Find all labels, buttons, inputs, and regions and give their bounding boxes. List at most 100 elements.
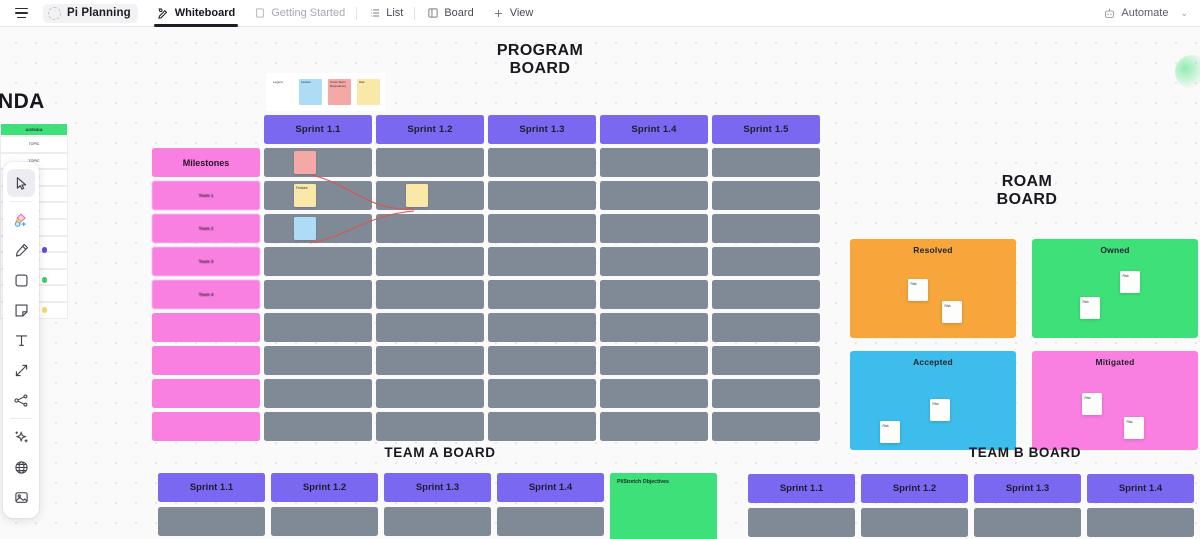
program-board-cell[interactable] [488,214,596,243]
program-board-cell[interactable] [264,313,372,342]
tab-whiteboard[interactable]: Whiteboard [148,0,245,27]
program-board-cell[interactable] [376,148,484,177]
program-board-cell[interactable] [376,181,484,210]
program-board-cell[interactable] [264,247,372,276]
team-board-cell[interactable] [497,507,604,536]
program-board-cell[interactable] [712,280,820,309]
team-sprint-header[interactable]: Sprint 1.1 [748,474,855,503]
select-tool[interactable] [7,169,35,197]
program-board-cell[interactable] [376,412,484,441]
program-board-cell[interactable] [712,379,820,408]
legend-note[interactable]: Feature [299,79,322,105]
program-board-row-label[interactable]: Team 1 [152,181,260,210]
program-board-cell[interactable] [600,346,708,375]
program-board-cell[interactable] [488,346,596,375]
image-tool[interactable] [7,483,35,511]
tab-list[interactable]: List [359,0,412,27]
roam-card[interactable]: Risk [908,279,928,301]
sticky-note[interactable] [294,217,316,240]
program-board-cell[interactable] [376,379,484,408]
program-board-cell[interactable] [264,148,372,177]
program-board-cell[interactable] [600,313,708,342]
program-board-cell[interactable] [600,214,708,243]
roam-quadrant[interactable]: Mitigated Risk Risk [1032,351,1198,450]
program-board-cell[interactable] [600,148,708,177]
program-board-cell[interactable] [376,346,484,375]
chevron-down-icon[interactable]: ⌄ [1178,8,1190,19]
program-board-cell[interactable] [712,412,820,441]
program-board-cell[interactable] [488,148,596,177]
program-board-row-label[interactable] [152,412,260,441]
team-board-cell[interactable] [861,508,968,537]
whiteboard-canvas[interactable]: NDA AGENDATOPICTOPICTOPICTOPICTOPICTOPIC… [0,27,1200,539]
team-board-cell[interactable] [384,507,491,536]
roam-card[interactable]: Risk [942,301,962,323]
tab-board[interactable]: Board [417,0,482,27]
hamburger-menu-icon[interactable] [8,0,34,27]
pen-tool[interactable] [7,236,47,264]
team-sprint-header[interactable]: Sprint 1.4 [497,473,604,502]
connector-tool[interactable] [7,356,35,384]
legend-note[interactable]: Cross Team Dependency [328,79,351,105]
web-tool[interactable] [7,453,35,481]
sprint-header[interactable]: Sprint 1.3 [488,115,596,144]
program-board-row-label[interactable]: Milestones [152,148,260,177]
roam-quadrant[interactable]: Owned Risk Risk [1032,239,1198,338]
program-board-cell[interactable] [600,379,708,408]
sticky-note[interactable] [294,151,316,174]
roam-card[interactable]: Risk [1124,417,1144,439]
rectangle-tool[interactable] [7,266,47,294]
sprint-header[interactable]: Sprint 1.5 [712,115,820,144]
legend-note[interactable]: Risk [357,79,380,105]
program-board-cell[interactable] [600,412,708,441]
roam-card[interactable]: Risk [1080,297,1100,319]
program-board-row-label[interactable]: Team 2 [152,214,260,243]
program-board-cell[interactable] [488,181,596,210]
pen-color-indicator[interactable] [41,247,47,253]
program-board-cell[interactable] [488,280,596,309]
program-board-cell[interactable] [488,247,596,276]
program-board-cell[interactable] [712,313,820,342]
program-board-row-label[interactable] [152,313,260,342]
team-sprint-header[interactable]: Sprint 1.2 [861,474,968,503]
roam-card[interactable]: Risk [930,399,950,421]
roam-card[interactable]: Risk [1082,393,1102,415]
automate-button[interactable]: Automate [1097,4,1174,23]
team-sprint-header[interactable]: Sprint 1.3 [384,473,491,502]
program-board-cell[interactable] [712,181,820,210]
program-board-row-label[interactable] [152,346,260,375]
program-board-cell[interactable] [376,214,484,243]
team-board-cell[interactable] [1087,508,1194,537]
team-sprint-header[interactable]: Sprint 1.3 [974,474,1081,503]
program-board-cell[interactable] [488,379,596,408]
program-board-cell[interactable] [488,412,596,441]
program-board-row-label[interactable]: Team 4 [152,280,260,309]
sticky-note[interactable] [406,184,428,207]
roam-card[interactable]: Risk [1120,271,1140,293]
program-board-cell[interactable] [264,379,372,408]
roam-quadrant[interactable]: Accepted Risk Risk [850,351,1016,450]
program-board-cell[interactable] [712,148,820,177]
legend-note[interactable]: Legend [271,79,293,105]
sticky-note-tool[interactable] [7,296,47,324]
program-board-cell[interactable] [600,280,708,309]
team-sprint-header[interactable]: Sprint 1.4 [1087,474,1194,503]
program-board-cell[interactable] [264,214,372,243]
rectangle-color-indicator[interactable] [41,277,47,283]
program-board-cell[interactable] [376,280,484,309]
sprint-header[interactable]: Sprint 1.4 [600,115,708,144]
text-tool[interactable] [7,326,35,354]
agenda-cell[interactable]: TOPIC [0,136,68,153]
team-board-cell[interactable] [748,508,855,537]
team-board-cell[interactable] [158,507,265,536]
shapes-tool[interactable] [7,206,35,234]
roam-card[interactable]: Risk [880,421,900,443]
add-view-button[interactable]: View [483,0,543,27]
team-sprint-header[interactable]: Sprint 1.2 [271,473,378,502]
pi-stretch-objectives-panel[interactable]: PI/Stretch Objectives [610,473,717,539]
document-title-chip[interactable]: Pi Planning [43,3,138,23]
program-board-row-label[interactable]: Team 3 [152,247,260,276]
program-board-row-label[interactable] [152,379,260,408]
team-board-cell[interactable] [271,507,378,536]
program-board-cell[interactable] [600,247,708,276]
